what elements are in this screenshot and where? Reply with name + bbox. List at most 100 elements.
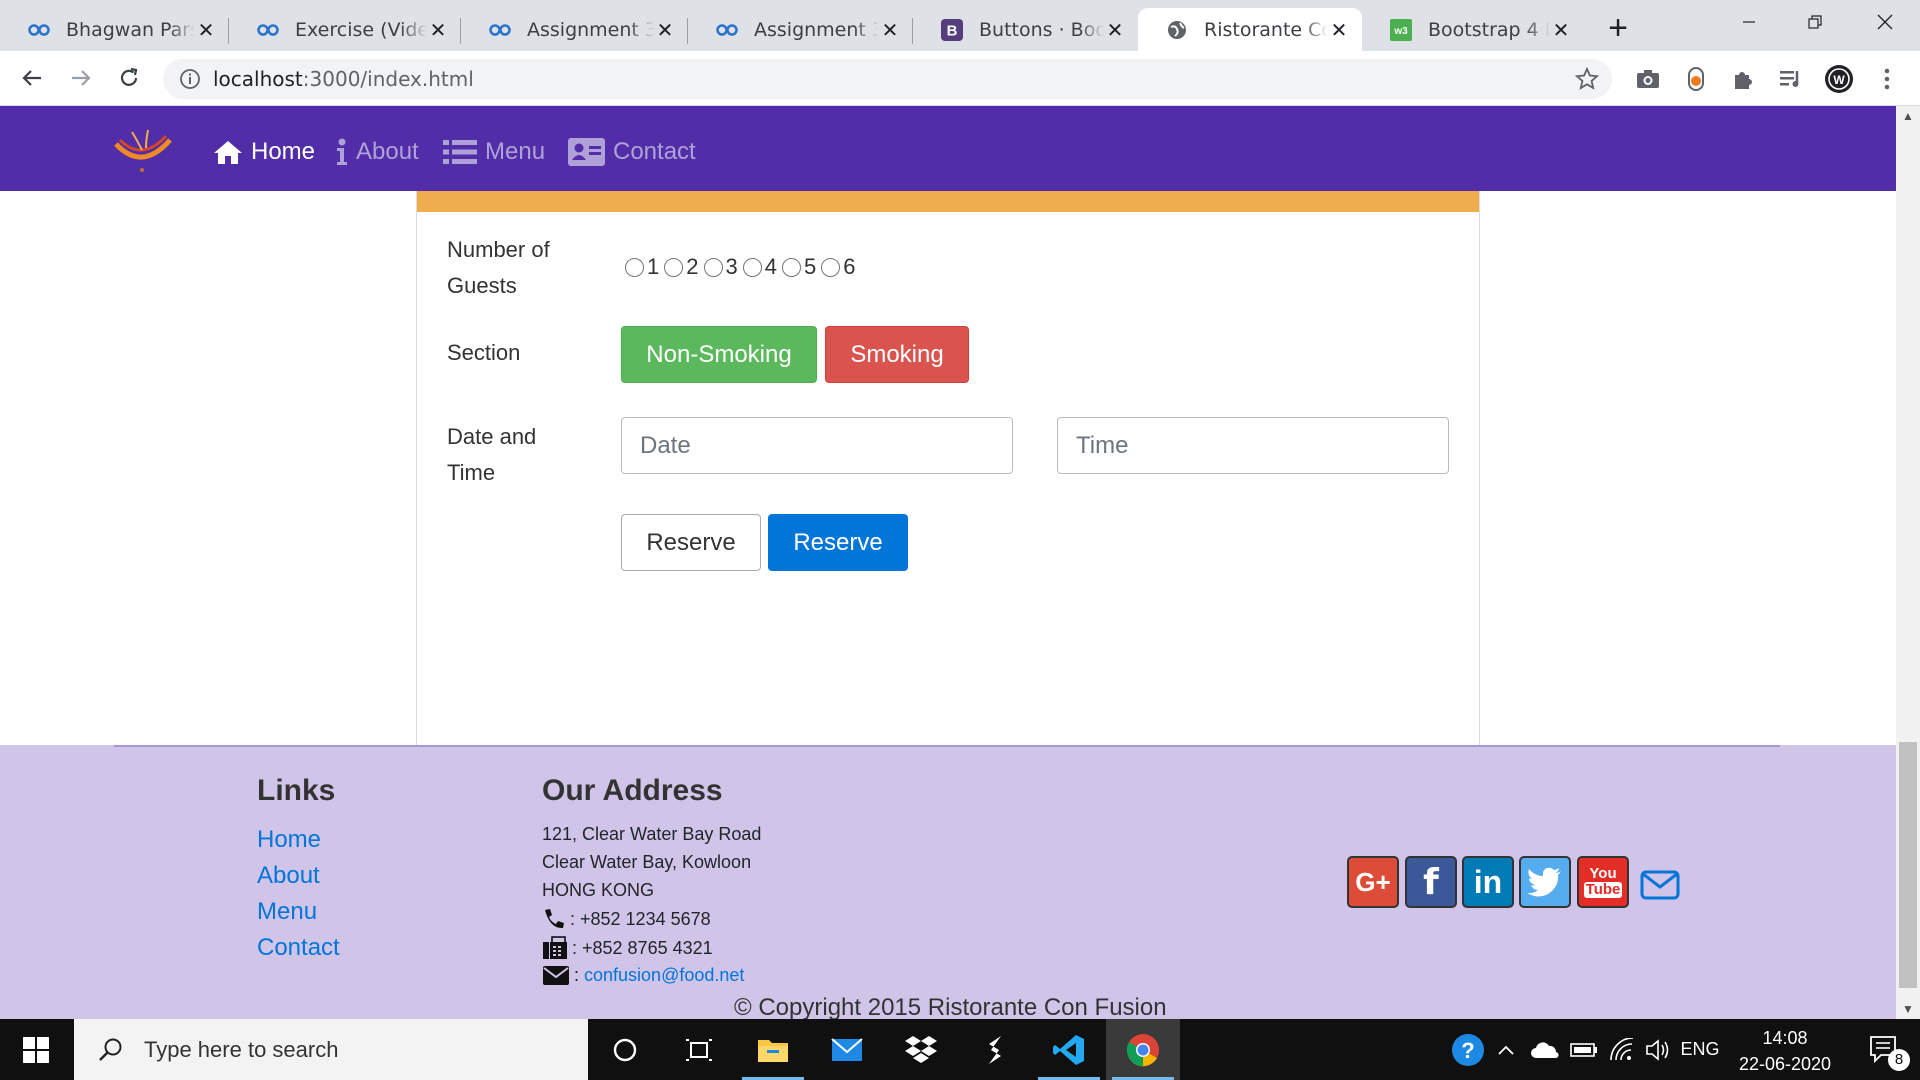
clock-time: 14:08 [1762,1028,1808,1048]
scroll-down-arrow[interactable]: ▼ [1896,999,1920,1019]
guest-radio[interactable] [625,257,644,277]
guest-radio[interactable] [782,257,801,277]
chrome-icon[interactable] [1106,1019,1180,1080]
wifi-icon[interactable] [1604,1019,1640,1080]
close-tab-icon[interactable]: ✕ [427,18,449,42]
forward-button[interactable] [63,60,99,96]
nav-menu[interactable]: Menu [443,134,545,170]
browser-tab[interactable]: Assignment 3: Boot ✕ [688,8,913,51]
battery-icon[interactable] [1566,1019,1602,1080]
file-explorer-icon[interactable] [736,1019,810,1080]
nav-home-label: Home [251,138,316,165]
scrollbar-thumb[interactable] [1899,742,1917,988]
browser-tab[interactable]: Exercise (Video): ✕ [229,8,461,51]
tab-title: Assignment 3: Boot [527,18,654,41]
smoking-button[interactable]: Smoking [825,326,969,383]
browser-tab[interactable]: B Buttons · Bootstrap ✕ [913,8,1138,51]
close-tab-icon[interactable]: ✕ [1328,18,1350,42]
address-bar[interactable]: localhost:3000/index.html [163,59,1612,99]
onedrive-cloud-icon[interactable] [1522,1019,1568,1080]
non-smoking-button[interactable]: Non-Smoking [621,326,817,383]
address-heading: Our Address [542,774,723,807]
guest-radio-label: 4 [764,254,777,279]
new-tab-button[interactable]: + [1598,8,1638,48]
guests-radio-group: 1 2 3 4 5 6 [621,254,857,280]
cortana-icon[interactable] [588,1019,662,1080]
browser-tab-active[interactable]: Ristorante Con Fusion ✕ [1138,8,1362,51]
close-tab-icon[interactable]: ✕ [654,18,676,42]
task-view-icon[interactable] [662,1019,736,1080]
show-hidden-icons-chevron[interactable] [1494,1019,1518,1080]
facebook-icon[interactable]: f [1405,856,1457,908]
restore-button[interactable] [1782,0,1848,44]
windows-start-button[interactable] [0,1019,72,1080]
phone-icon [545,909,564,929]
envelope-icon[interactable] [1640,870,1680,905]
footer-link-contact[interactable]: Contact [257,934,340,962]
nav-contact[interactable]: Contact [568,134,696,170]
reserve-primary-button[interactable]: Reserve [768,514,908,571]
guest-radio[interactable] [703,257,723,277]
fax-icon [543,936,567,959]
browser-tab[interactable]: Bhagwan Parshuram ✕ [0,8,229,51]
media-queue-icon[interactable] [1776,64,1806,94]
guest-radio[interactable] [664,257,684,277]
dropbox-icon[interactable] [884,1019,958,1080]
google-plus-icon[interactable]: G+ [1347,856,1399,908]
guest-radio[interactable] [821,257,841,277]
tab-title: Bootstrap 4 Buttons [1428,18,1550,41]
browser-tab[interactable]: Assignment 3: Boot ✕ [461,8,688,51]
guest-radio-label: 1 [647,254,660,279]
minimize-button[interactable] [1716,0,1782,44]
guest-radio-label: 2 [686,254,699,279]
mail-icon[interactable] [810,1019,884,1080]
profile-avatar[interactable]: W [1824,64,1854,94]
page-scrollbar[interactable]: ▲ ▼ [1896,106,1920,1019]
guest-radio-label: 5 [804,254,817,279]
close-window-button[interactable] [1852,0,1918,44]
nav-about[interactable]: About [336,134,419,170]
reload-button[interactable] [111,60,147,96]
close-tab-icon[interactable]: ✕ [879,18,901,42]
guest-radio[interactable] [742,257,762,277]
close-tab-icon[interactable]: ✕ [195,18,217,42]
tab-title: Assignment 3: Boot [754,18,879,41]
sublime-text-icon[interactable] [958,1019,1032,1080]
back-button[interactable] [14,60,50,96]
language-indicator[interactable]: ENG [1676,1019,1724,1080]
reserve-outline-button[interactable]: Reserve [621,514,761,571]
help-icon[interactable]: ? [1446,1019,1490,1080]
youtube-icon[interactable]: You Tube [1577,856,1629,908]
restaurant-logo[interactable] [112,126,176,176]
volume-icon[interactable] [1640,1019,1676,1080]
browser-tab[interactable]: w3 Bootstrap 4 Buttons ✕ [1362,8,1584,51]
w3-icon: w3 [1390,18,1412,41]
email-link[interactable]: confusion@food.net [584,965,744,986]
close-tab-icon[interactable]: ✕ [1550,18,1572,42]
close-tab-icon[interactable]: ✕ [1104,18,1126,42]
nav-home[interactable]: Home [213,134,315,170]
camera-extension-icon[interactable] [1633,64,1663,94]
linkedin-icon[interactable]: in [1462,856,1514,908]
taskbar-search-placeholder: Type here to search [144,1036,339,1062]
date-input[interactable]: Date [621,417,1013,474]
footer-link-home[interactable]: Home [257,826,321,854]
bookmark-star-icon[interactable] [1574,66,1600,92]
taskbar-search-box[interactable]: Type here to search [74,1019,588,1080]
footer-link-about[interactable]: About [257,862,320,890]
action-center-button[interactable]: 8 [1852,1019,1920,1080]
time-input[interactable]: Time [1057,417,1449,474]
phone-number: : +852 1234 5678 [570,908,711,929]
url-host: localhost [213,67,303,91]
vscode-icon[interactable] [1032,1019,1106,1080]
coursera-icon [489,19,511,41]
orange-extension-icon[interactable] [1681,64,1711,94]
twitter-icon[interactable] [1519,856,1571,908]
chrome-menu-icon[interactable] [1872,64,1902,94]
scroll-up-arrow[interactable]: ▲ [1896,106,1920,126]
taskbar-clock[interactable]: 14:08 22-06-2020 [1730,1025,1840,1077]
footer-link-menu[interactable]: Menu [257,898,317,926]
site-info-icon[interactable] [179,68,201,90]
extensions-puzzle-icon[interactable] [1728,64,1758,94]
tab-title: Bhagwan Parshuram [66,18,195,41]
